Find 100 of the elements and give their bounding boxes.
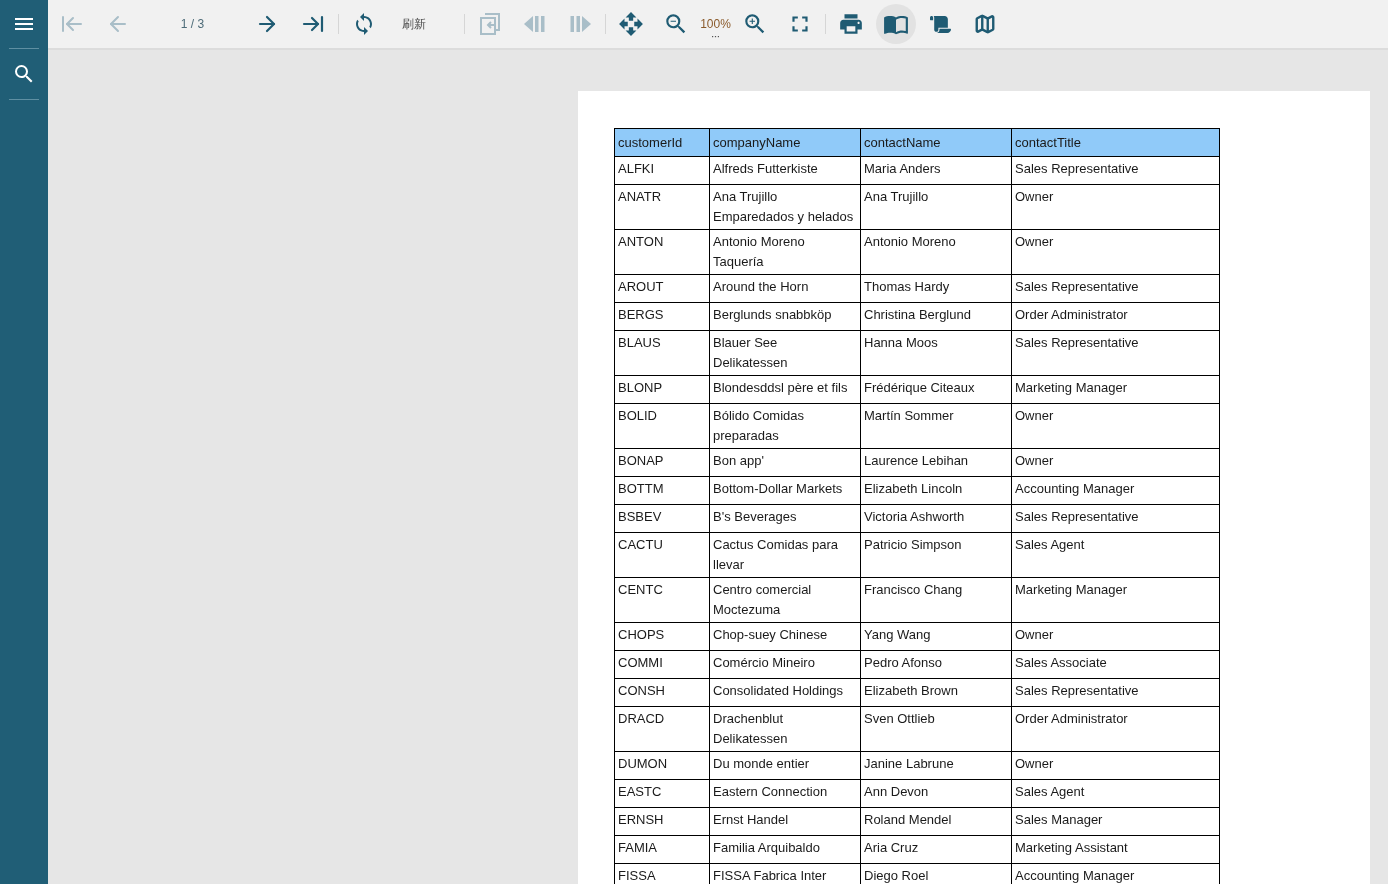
- table-cell: Yang Wang: [860, 622, 1012, 651]
- column-header: contactTitle: [1011, 128, 1220, 157]
- table-cell: Roland Mendel: [860, 807, 1012, 836]
- move-icon: [618, 11, 644, 37]
- folded-map-icon: [974, 13, 996, 35]
- table-cell: Maria Anders: [860, 156, 1012, 185]
- table-cell: BLONP: [614, 375, 710, 404]
- table-cell: Janine Labrune: [860, 751, 1012, 780]
- table-cell: Sales Representative: [1011, 274, 1220, 303]
- column-header: companyName: [709, 128, 861, 157]
- table-cell: Ana Trujillo Emparedados y helados: [709, 184, 861, 230]
- table-cell: Pedro Afonso: [860, 650, 1012, 679]
- bars-triangle-icon: [569, 16, 591, 32]
- table-cell: Antonio Moreno: [860, 229, 1012, 275]
- table-cell: Owner: [1011, 751, 1220, 780]
- table-cell: FISSA: [614, 863, 710, 884]
- table-cell: Order Administrator: [1011, 302, 1220, 331]
- table-cell: Elizabeth Brown: [860, 678, 1012, 707]
- table-cell: Laurence Lebihan: [860, 448, 1012, 477]
- table-cell: Owner: [1011, 184, 1220, 230]
- table-cell: Ana Trujillo: [860, 184, 1012, 230]
- table-cell: Christina Berglund: [860, 302, 1012, 331]
- table-cell: Sales Agent: [1011, 532, 1220, 578]
- table-cell: Martín Sommer: [860, 403, 1012, 449]
- table-cell: Francisco Chang: [860, 577, 1012, 623]
- table-cell: Marketing Manager: [1011, 375, 1220, 404]
- document-arrow-icon: [480, 13, 500, 35]
- page-indicator: 1 / 3: [180, 16, 205, 33]
- table-cell: Frédérique Citeaux: [860, 375, 1012, 404]
- table-cell: ERNSH: [614, 807, 710, 836]
- table-cell: BSBEV: [614, 504, 710, 533]
- table-cell: Sales Representative: [1011, 156, 1220, 185]
- table-cell: Owner: [1011, 622, 1220, 651]
- table-cell: Sales Associate: [1011, 650, 1220, 679]
- table-cell: Thomas Hardy: [860, 274, 1012, 303]
- table-cell: Du monde entier: [709, 751, 861, 780]
- table-cell: Bólido Comidas preparadas: [709, 403, 861, 449]
- table-cell: Sales Representative: [1011, 330, 1220, 376]
- table-cell: CENTC: [614, 577, 710, 623]
- table-cell: Bottom-Dollar Markets: [709, 476, 861, 505]
- table-cell: Blauer See Delikatessen: [709, 330, 861, 376]
- table-cell: Eastern Connection: [709, 779, 861, 808]
- table-cell: Berglunds snabbköp: [709, 302, 861, 331]
- book-view-button[interactable]: [876, 4, 916, 44]
- table-cell: Centro comercial Moctezuma: [709, 577, 861, 623]
- table-cell: Bon app': [709, 448, 861, 477]
- table-cell: COMMI: [614, 650, 710, 679]
- table-cell: Chop-suey Chinese: [709, 622, 861, 651]
- table-cell: Marketing Assistant: [1011, 835, 1220, 864]
- table-cell: Sales Agent: [1011, 779, 1220, 808]
- table-cell: Consolidated Holdings: [709, 678, 861, 707]
- table-cell: BONAP: [614, 448, 710, 477]
- table-cell: AROUT: [614, 274, 710, 303]
- table-cell: Ann Devon: [860, 779, 1012, 808]
- table-cell: Comércio Mineiro: [709, 650, 861, 679]
- table-cell: Elizabeth Lincoln: [860, 476, 1012, 505]
- dots-icon: [712, 35, 719, 38]
- table-cell: Accounting Manager: [1011, 476, 1220, 505]
- table-cell: Victoria Ashworth: [860, 504, 1012, 533]
- print-icon: [838, 11, 864, 37]
- table-cell: Owner: [1011, 403, 1220, 449]
- table-cell: Blondesddsl père et fils: [709, 375, 861, 404]
- table-cell: BOLID: [614, 403, 710, 449]
- table-cell: Familia Arquibaldo: [709, 835, 861, 864]
- table-cell: BOTTM: [614, 476, 710, 505]
- table-cell: CHOPS: [614, 622, 710, 651]
- table-cell: Marketing Manager: [1011, 577, 1220, 623]
- table-cell: Order Administrator: [1011, 706, 1220, 752]
- table-cell: Drachenblut Delikatessen: [709, 706, 861, 752]
- table-cell: BERGS: [614, 302, 710, 331]
- table-cell: B's Beverages: [709, 504, 861, 533]
- table-cell: Alfreds Futterkiste: [709, 156, 861, 185]
- table-cell: ANATR: [614, 184, 710, 230]
- table-cell: FAMIA: [614, 835, 710, 864]
- table-cell: CACTU: [614, 532, 710, 578]
- table-cell: Sales Representative: [1011, 504, 1220, 533]
- refresh-text-button[interactable]: 刷新: [384, 4, 444, 44]
- table-cell: EASTC: [614, 779, 710, 808]
- table-cell: Owner: [1011, 229, 1220, 275]
- table-cell: Around the Horn: [709, 274, 861, 303]
- table-cell: Sven Ottlieb: [860, 706, 1012, 752]
- table-cell: BLAUS: [614, 330, 710, 376]
- table-cell: DRACD: [614, 706, 710, 752]
- scroll-icon: [929, 13, 951, 35]
- table-cell: ANTON: [614, 229, 710, 275]
- table-cell: Patricio Simpson: [860, 532, 1012, 578]
- table-cell: Ernst Handel: [709, 807, 861, 836]
- table-cell: Sales Manager: [1011, 807, 1220, 836]
- table-cell: Sales Representative: [1011, 678, 1220, 707]
- column-header: customerId: [614, 128, 710, 157]
- column-header: contactName: [860, 128, 1012, 157]
- table-cell: Hanna Moos: [860, 330, 1012, 376]
- table-cell: Aria Cruz: [860, 835, 1012, 864]
- table-cell: CONSH: [614, 678, 710, 707]
- triangle-bars-icon: [524, 16, 546, 32]
- table-cell: DUMON: [614, 751, 710, 780]
- zoom-level-button[interactable]: 100%: [696, 4, 735, 44]
- table-cell: Antonio Moreno Taquería: [709, 229, 861, 275]
- table-cell: Cactus Comidas para llevar: [709, 532, 861, 578]
- table-cell: Owner: [1011, 448, 1220, 477]
